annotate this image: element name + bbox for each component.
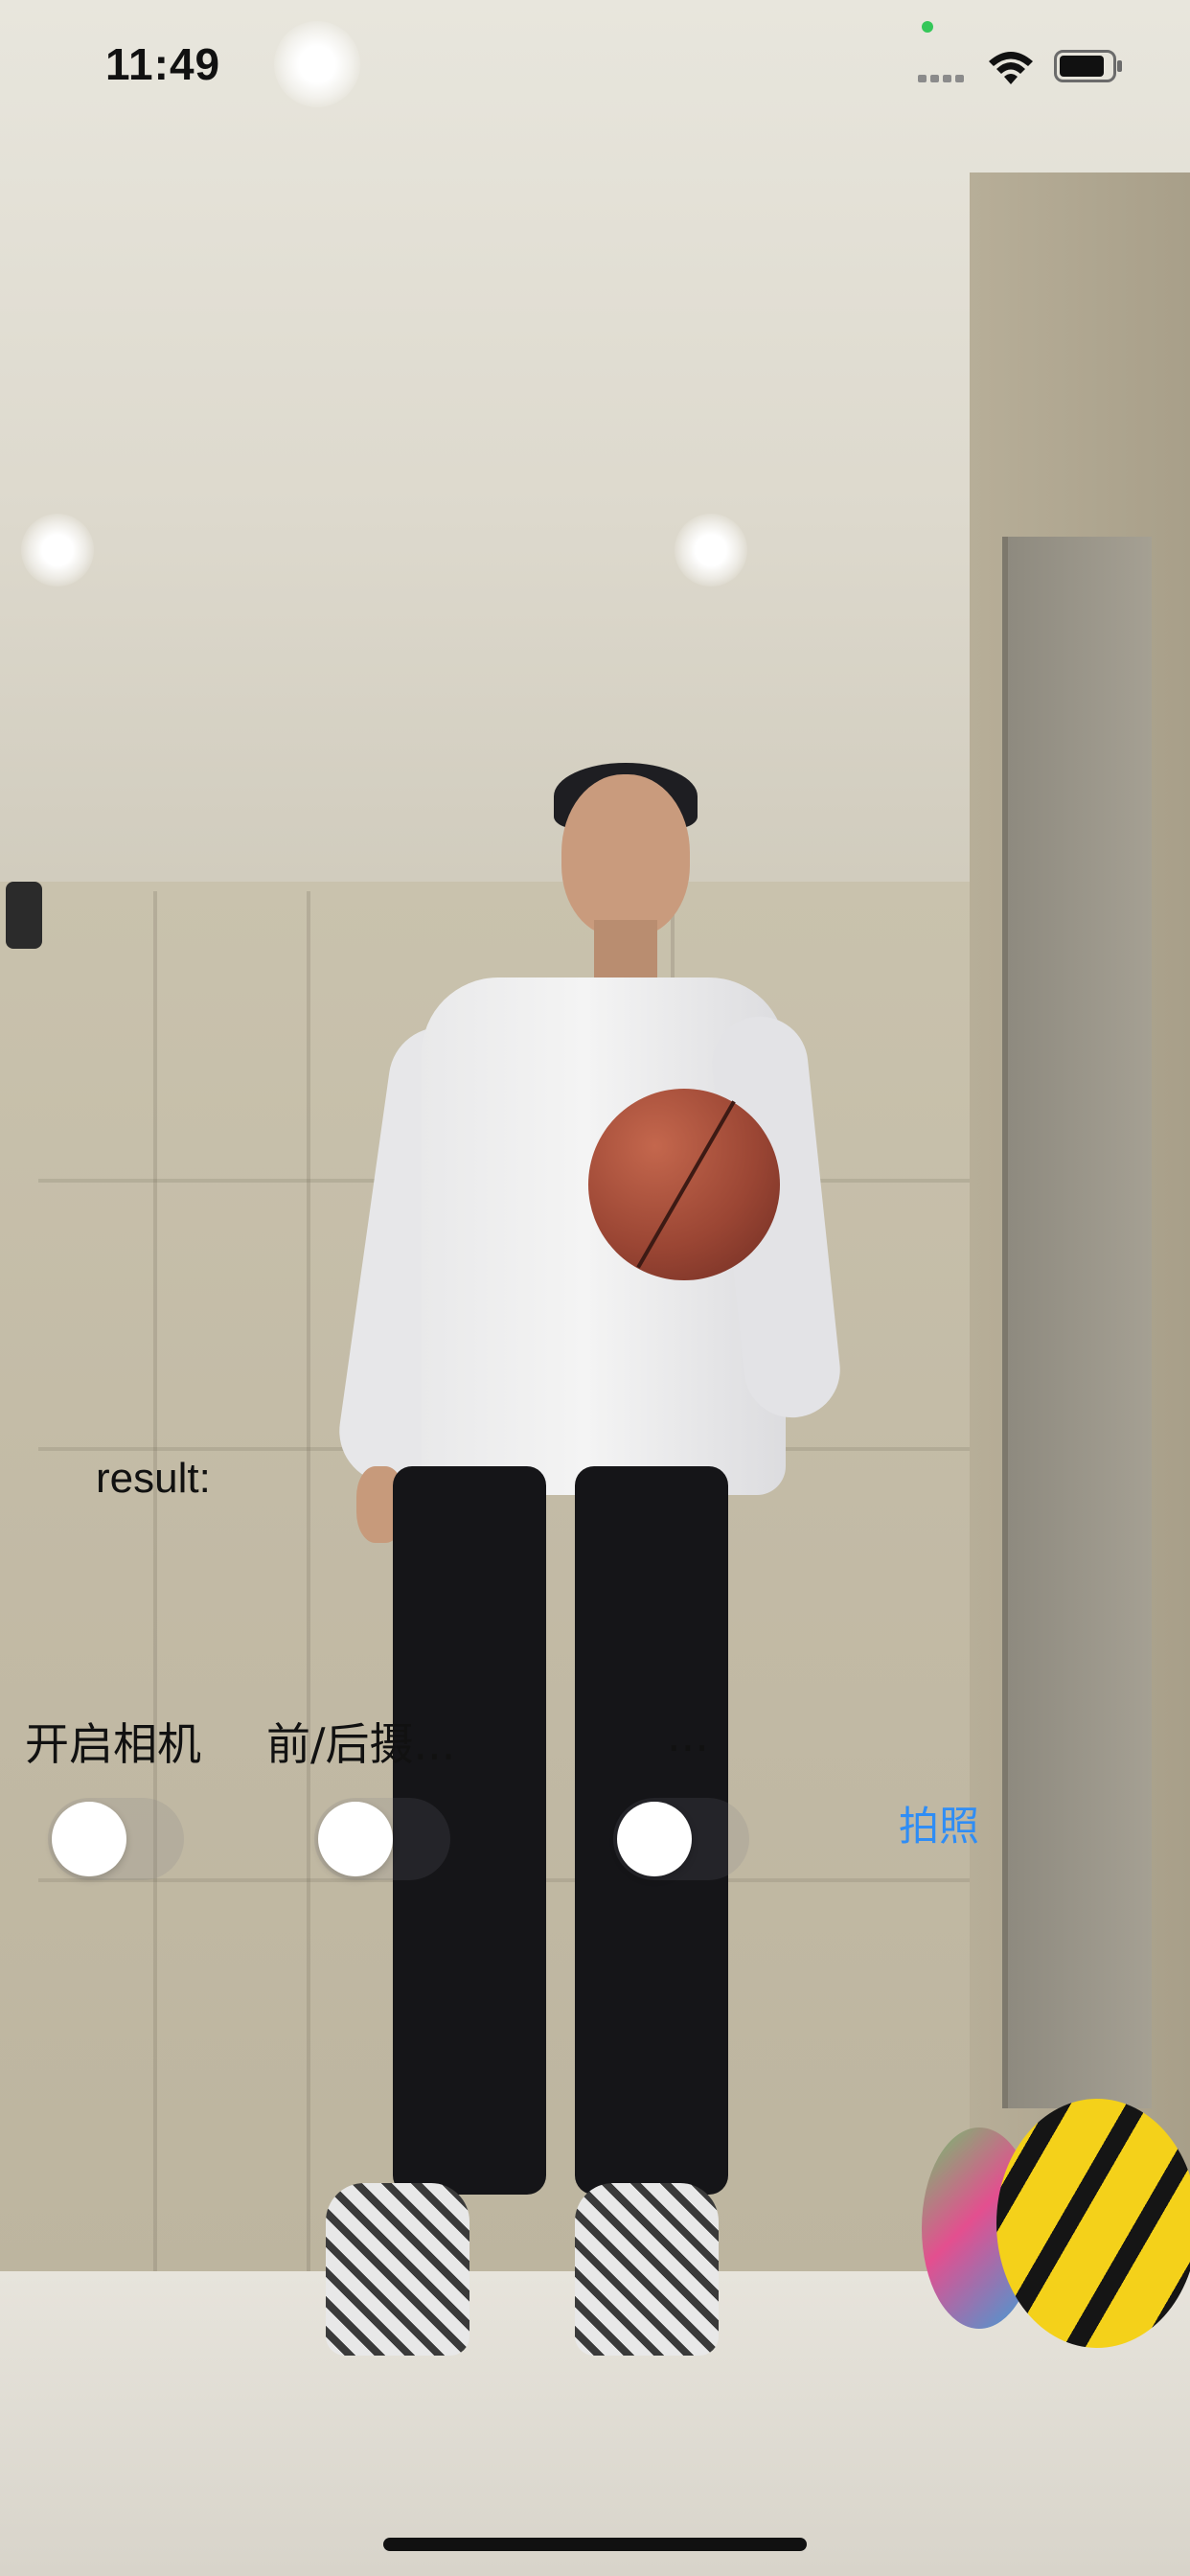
yellow-black-ball	[996, 2099, 1190, 2348]
security-camera	[6, 882, 42, 949]
screen: 11:49 result: 开启相机 前/后摄... ... 拍照	[0, 0, 1190, 2576]
third-toggle-label: ...	[667, 1710, 709, 1761]
open-camera-label: 开启相机	[25, 1718, 201, 1770]
ceiling-light	[21, 514, 94, 586]
third-toggle[interactable]	[613, 1798, 749, 1880]
toggle-knob	[318, 1802, 393, 1876]
take-photo-button[interactable]: 拍照	[899, 1794, 979, 1852]
ceiling-light	[675, 514, 747, 586]
toggle-knob	[617, 1802, 692, 1876]
front-back-camera-toggle[interactable]	[314, 1798, 450, 1880]
wifi-icon	[989, 52, 1033, 84]
status-time: 11:49	[105, 39, 221, 89]
front-back-camera-label: 前/后摄...	[266, 1718, 456, 1770]
elevator-door	[1002, 537, 1152, 2108]
camera-preview	[0, 0, 1190, 2576]
status-bar: 11:49	[0, 0, 1190, 126]
result-label: result:	[96, 1455, 211, 1502]
wall-seam	[153, 891, 157, 2281]
open-camera-toggle[interactable]	[48, 1798, 184, 1880]
battery-icon	[1054, 50, 1122, 82]
toggle-knob	[52, 1802, 126, 1876]
privacy-indicator-dot	[922, 21, 933, 33]
person-neck	[594, 920, 657, 978]
home-indicator[interactable]	[383, 2538, 807, 2551]
person-head	[561, 774, 690, 937]
person-shoe	[326, 2183, 469, 2356]
cellular-signal-icon	[918, 69, 972, 82]
person-shoe	[575, 2183, 719, 2356]
wall-seam	[307, 891, 310, 2281]
